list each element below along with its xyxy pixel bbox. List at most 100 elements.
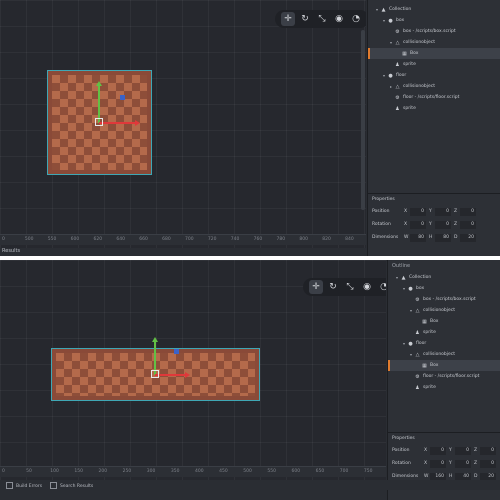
x-axis-arrow[interactable] <box>185 372 190 378</box>
property-value-field[interactable]: 0 <box>435 207 451 216</box>
ruler-tick-label: 760 <box>253 237 263 242</box>
rotate-tool[interactable]: ↻ <box>326 280 340 294</box>
outline-item[interactable]: ▾ △ collisionobject <box>388 349 500 360</box>
outline-item[interactable]: ⚙ floor - /scripts/floor.script <box>368 92 500 103</box>
property-label: Dimensions <box>392 474 419 479</box>
gameobject-icon: ● <box>388 72 393 79</box>
x-axis-handle[interactable] <box>99 122 135 124</box>
outline-item-label: floor - /scripts/floor.script <box>423 374 480 379</box>
outline-item[interactable]: ▾ ● box <box>388 283 500 294</box>
move-tool[interactable]: ✛ <box>281 12 295 26</box>
visibility-tool[interactable]: ◉ <box>332 12 346 26</box>
property-value-field[interactable]: 80 <box>410 233 426 242</box>
ruler-tick-label: 680 <box>162 237 171 242</box>
ruler-tick-label: 200 <box>98 469 108 474</box>
property-row-rotation: Rotation X 0 Y 0 Z 0 <box>388 457 500 470</box>
x-axis-arrow[interactable] <box>135 120 140 126</box>
move-tool[interactable]: ✛ <box>309 280 323 294</box>
properties-panel: Properties Position X 0 Y 0 Z 0 Rotation X 0 Y 0 Z 0 D… <box>368 193 500 256</box>
property-value-field[interactable]: 0 <box>455 446 471 455</box>
property-value-field[interactable]: 0 <box>435 220 451 229</box>
viewport-scrollbar[interactable] <box>361 30 365 210</box>
ruler-tick-label: 650 <box>315 469 325 474</box>
bottom-tab[interactable]: Build Errors <box>6 481 43 489</box>
ruler-tick-label: 740 <box>230 237 240 242</box>
ruler-tick-label: 600 <box>291 469 301 474</box>
rotate-tool[interactable]: ↻ <box>298 12 312 26</box>
properties-title: Properties <box>392 436 415 441</box>
outline-tree: ▾ ▲ Collection ▾ ● box ⚙ box - /scripts/box.scr… <box>368 4 500 114</box>
scale-tool[interactable]: ⤡ <box>343 280 357 294</box>
outline-item[interactable]: ▾ △ collisionobject <box>368 37 500 48</box>
script-icon: ⚙ <box>395 94 400 101</box>
outline-item[interactable]: ▾ ▲ Collection <box>388 272 500 283</box>
horizontal-ruler: 0 500 550 600 620 640 660 680 700 720 740 760 780 800… <box>0 234 366 245</box>
property-value-field[interactable]: 0 <box>430 459 446 468</box>
outline-item[interactable]: ♟ sprite <box>368 103 500 114</box>
ruler-tick-label: 660 <box>139 237 148 242</box>
rotate-icon: ↻ <box>301 14 309 24</box>
outline-item[interactable]: ⚙ floor - /scripts/floor.script <box>388 371 500 382</box>
outline-item[interactable]: ▦ Box <box>388 360 500 371</box>
ruler-tick-label: 840 <box>345 237 354 242</box>
scale-tool[interactable]: ⤡ <box>315 12 329 26</box>
outline-item[interactable]: ⚙ box - /scripts/box.script <box>368 26 500 37</box>
scene-viewport[interactable]: ✛ ↻ ⤡ ◉ ◔ 0 500 550 600 620 640 660 680 700 720 740 760… <box>0 0 366 248</box>
property-value-field[interactable]: 0 <box>455 459 471 468</box>
property-value-field[interactable]: 0 <box>480 459 496 468</box>
camera-icon: ◔ <box>380 282 386 292</box>
outline-item[interactable]: ♟ sprite <box>388 382 500 393</box>
x-axis-handle[interactable] <box>155 374 185 376</box>
property-value-field[interactable]: 0 <box>460 220 476 229</box>
ruler-tick-label: 800 <box>299 237 308 242</box>
property-value-field[interactable]: 0 <box>430 446 446 455</box>
scene-viewport[interactable]: ✛ ↻ ⤡ ◉ ◔ 0 50 100 150 200 250 300 350 400 450 500 550 6… <box>0 260 386 488</box>
outline-item[interactable]: ⚙ box - /scripts/box.script <box>388 294 500 305</box>
outline-item-label: floor - /scripts/floor.script <box>403 95 460 100</box>
property-row-rotation: Rotation X 0 Y 0 Z 0 <box>368 218 500 231</box>
ruler-tick-label: 400 <box>195 469 204 474</box>
property-value-field[interactable]: 0 <box>460 207 476 216</box>
outline-item[interactable]: ▦ Box <box>388 316 500 327</box>
pivot-handle[interactable] <box>95 118 103 126</box>
outline-item[interactable]: ▾ ● floor <box>368 70 500 81</box>
visibility-tool[interactable]: ◉ <box>360 280 374 294</box>
y-axis-arrow[interactable] <box>152 337 158 342</box>
ruler-tick-label: 780 <box>276 237 286 242</box>
z-axis-handle[interactable] <box>120 95 125 100</box>
outline-item[interactable]: ♟ sprite <box>388 327 500 338</box>
ruler-tick-label: 300 <box>146 469 156 474</box>
outline-item[interactable]: ♟ sprite <box>368 59 500 70</box>
outline-item-label: Collection <box>389 7 412 12</box>
gameobject-icon: ● <box>408 285 413 292</box>
outline-item[interactable]: ▾ ● floor <box>388 338 500 349</box>
collision-icon: △ <box>415 307 420 314</box>
outline-item[interactable]: ▦ Box <box>368 48 500 59</box>
y-axis-arrow[interactable] <box>96 81 102 86</box>
outline-item[interactable]: ▾ ● box <box>368 15 500 26</box>
property-value-field[interactable]: 0 <box>410 220 426 229</box>
bottom-tab[interactable]: Search Results <box>50 481 93 489</box>
outline-item-label: Collection <box>409 275 432 280</box>
outline-item[interactable]: ▸ △ collisionobject <box>368 81 500 92</box>
outline-item-label: box <box>416 286 425 291</box>
sprite-icon: ♟ <box>415 384 420 391</box>
pivot-handle[interactable] <box>151 370 159 378</box>
scene-toolbar: ✛ ↻ ⤡ ◉ ◔ <box>275 10 366 28</box>
ruler-tick-label: 640 <box>116 237 125 242</box>
shape-icon: ▦ <box>422 318 427 325</box>
camera-tool[interactable]: ◔ <box>349 12 363 26</box>
bottom-tab-label: Build Errors <box>16 483 43 489</box>
z-axis-handle[interactable] <box>174 349 179 354</box>
ruler-tick-label: 350 <box>170 469 180 474</box>
properties-title: Properties <box>372 197 395 202</box>
property-value-field[interactable]: 80 <box>435 233 451 242</box>
outline-item[interactable]: ▾ △ collisionobject <box>388 305 500 316</box>
right-sidebar: Outline ▾ ▲ Collection ▾ ● box ⚙ box - /scripts… <box>387 260 500 500</box>
ruler-tick-label: 550 <box>267 469 276 474</box>
camera-tool[interactable]: ◔ <box>377 280 386 294</box>
property-value-field[interactable]: 20 <box>460 233 476 242</box>
property-value-field[interactable]: 0 <box>410 207 426 216</box>
property-value-field[interactable]: 0 <box>480 446 496 455</box>
outline-item[interactable]: ▾ ▲ Collection <box>368 4 500 15</box>
